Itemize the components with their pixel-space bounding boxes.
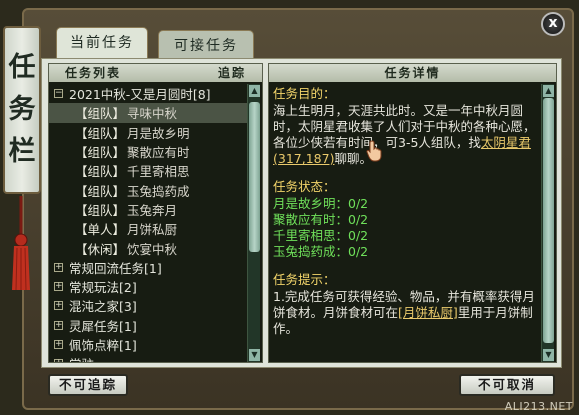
status-line: 月是故乡明：0/2	[273, 196, 369, 211]
status-line: 聚散应有时：0/2	[273, 212, 369, 227]
scroll-thumb[interactable]	[249, 102, 260, 252]
untrack-button[interactable]: 不可追踪	[48, 374, 128, 396]
window-title-plaque: 任 务 栏	[3, 26, 41, 194]
scroll-up-arrow-icon[interactable]: ▲	[249, 85, 260, 97]
quest-list-scrollbar[interactable]: ▲ ▼	[247, 84, 260, 362]
quest-details-title: 任务详情	[384, 66, 441, 80]
title-char-1: 任	[8, 52, 36, 83]
scroll-down-arrow-icon[interactable]: ▼	[249, 349, 260, 361]
quest-list-panel: 任务列表 追踪 −2021中秋-又是月圆时[8] 【组队】 寻味中秋 【组队】 月是…	[48, 63, 263, 363]
quest-content-area: 任务列表 追踪 −2021中秋-又是月圆时[8] 【组队】 寻味中秋 【组队】 月是…	[41, 58, 562, 368]
quest-item-yutu-daoyao[interactable]: 【组队】 玉兔捣药成	[49, 180, 247, 199]
expand-icon[interactable]: +	[54, 262, 63, 272]
quest-details-body: 任务目的： 海上生明月，天涯共此时。又是一年中秋月圆时，太阴星君收集了人们对于中…	[273, 86, 539, 362]
expand-icon[interactable]: +	[54, 359, 63, 362]
track-column-label: 追踪	[217, 66, 246, 80]
tab-current-quests[interactable]: 当前任务	[56, 27, 148, 60]
expand-icon[interactable]: +	[54, 340, 63, 349]
objective-text: 海上生明月，天涯共此时。又是一年中秋月圆时，太阴星君收集了人们对于中秋的各种心愿…	[273, 103, 536, 166]
title-char-2: 务	[8, 94, 36, 125]
quest-details-scrollbar[interactable]: ▲ ▼	[541, 84, 554, 362]
tassel-ornament	[12, 196, 30, 291]
quest-item-jusan[interactable]: 【组队】 聚散应有时	[49, 142, 247, 161]
status-title: 任务状态：	[273, 179, 336, 194]
quest-item-yueshi[interactable]: 【组队】 月是故乡明	[49, 123, 247, 142]
close-button[interactable]: x	[541, 12, 565, 36]
quest-list-title: 任务列表	[65, 66, 122, 80]
hint-text: 1.完成任务可获得经验、物品，并有概率获得月饼食材。月饼食材可在[月饼私厨]里用…	[273, 289, 535, 336]
quest-details-panel: 任务详情 任务目的： 海上生明月，天涯共此时。又是一年中秋月圆时，太阴星君收集了…	[268, 63, 557, 363]
expand-icon[interactable]: +	[54, 320, 63, 330]
quest-group-midautumn[interactable]: −2021中秋-又是月圆时[8]	[49, 84, 247, 103]
title-char-3: 栏	[8, 136, 36, 167]
quest-tree: −2021中秋-又是月圆时[8] 【组队】 寻味中秋 【组队】 月是故乡明 【组队】…	[49, 82, 247, 362]
quest-item-qianli[interactable]: 【组队】 千里寄相思	[49, 161, 247, 180]
quest-group-lingxi[interactable]: + 灵犀任务[1]	[49, 316, 247, 335]
quest-group-peishi[interactable]: + 佩饰点粹[1]	[49, 335, 247, 354]
objective-title: 任务目的：	[273, 86, 336, 101]
hand-cursor-icon	[366, 140, 382, 162]
quest-group-changgui[interactable]: + 常规玩法[2]	[49, 277, 247, 296]
scroll-up-arrow-icon[interactable]: ▲	[543, 85, 554, 97]
quest-details-header: 任务详情	[269, 64, 556, 82]
quest-item-yuebing[interactable]: 【单人】 月饼私厨	[49, 219, 247, 238]
status-line: 千里寄相思：0/2	[273, 228, 369, 243]
collapse-icon[interactable]: −	[54, 89, 63, 99]
quest-item-xunwei[interactable]: 【组队】 寻味中秋	[49, 103, 247, 123]
site-watermark: ALI213.NET	[504, 400, 573, 413]
expand-icon[interactable]: +	[54, 282, 63, 292]
quest-group-hundun[interactable]: + 混沌之家[3]	[49, 296, 247, 315]
action-bar: 不可追踪 不可取消	[41, 368, 562, 402]
tab-available-quests[interactable]: 可接任务	[158, 30, 254, 59]
quest-group-changzhu[interactable]: +常驻	[49, 354, 247, 362]
quest-list-header: 任务列表 追踪	[49, 64, 262, 82]
expand-icon[interactable]: +	[54, 301, 63, 311]
scroll-down-arrow-icon[interactable]: ▼	[543, 349, 554, 361]
quest-item-yutu-benyue[interactable]: 【组队】 玉兔奔月	[49, 200, 247, 219]
quest-item-yinyan[interactable]: 【休闲】 饮宴中秋	[49, 238, 247, 257]
status-line: 玉兔捣药成：0/2	[273, 244, 369, 259]
hint-title: 任务提示：	[273, 272, 336, 287]
close-icon: x	[548, 15, 558, 31]
quest-group-huiliu[interactable]: + 常规回流任务[1]	[49, 258, 247, 277]
item-link-yuebing[interactable]: [月饼私厨]	[398, 305, 458, 320]
cancel-quest-button[interactable]: 不可取消	[459, 374, 555, 396]
scroll-thumb[interactable]	[543, 98, 554, 343]
